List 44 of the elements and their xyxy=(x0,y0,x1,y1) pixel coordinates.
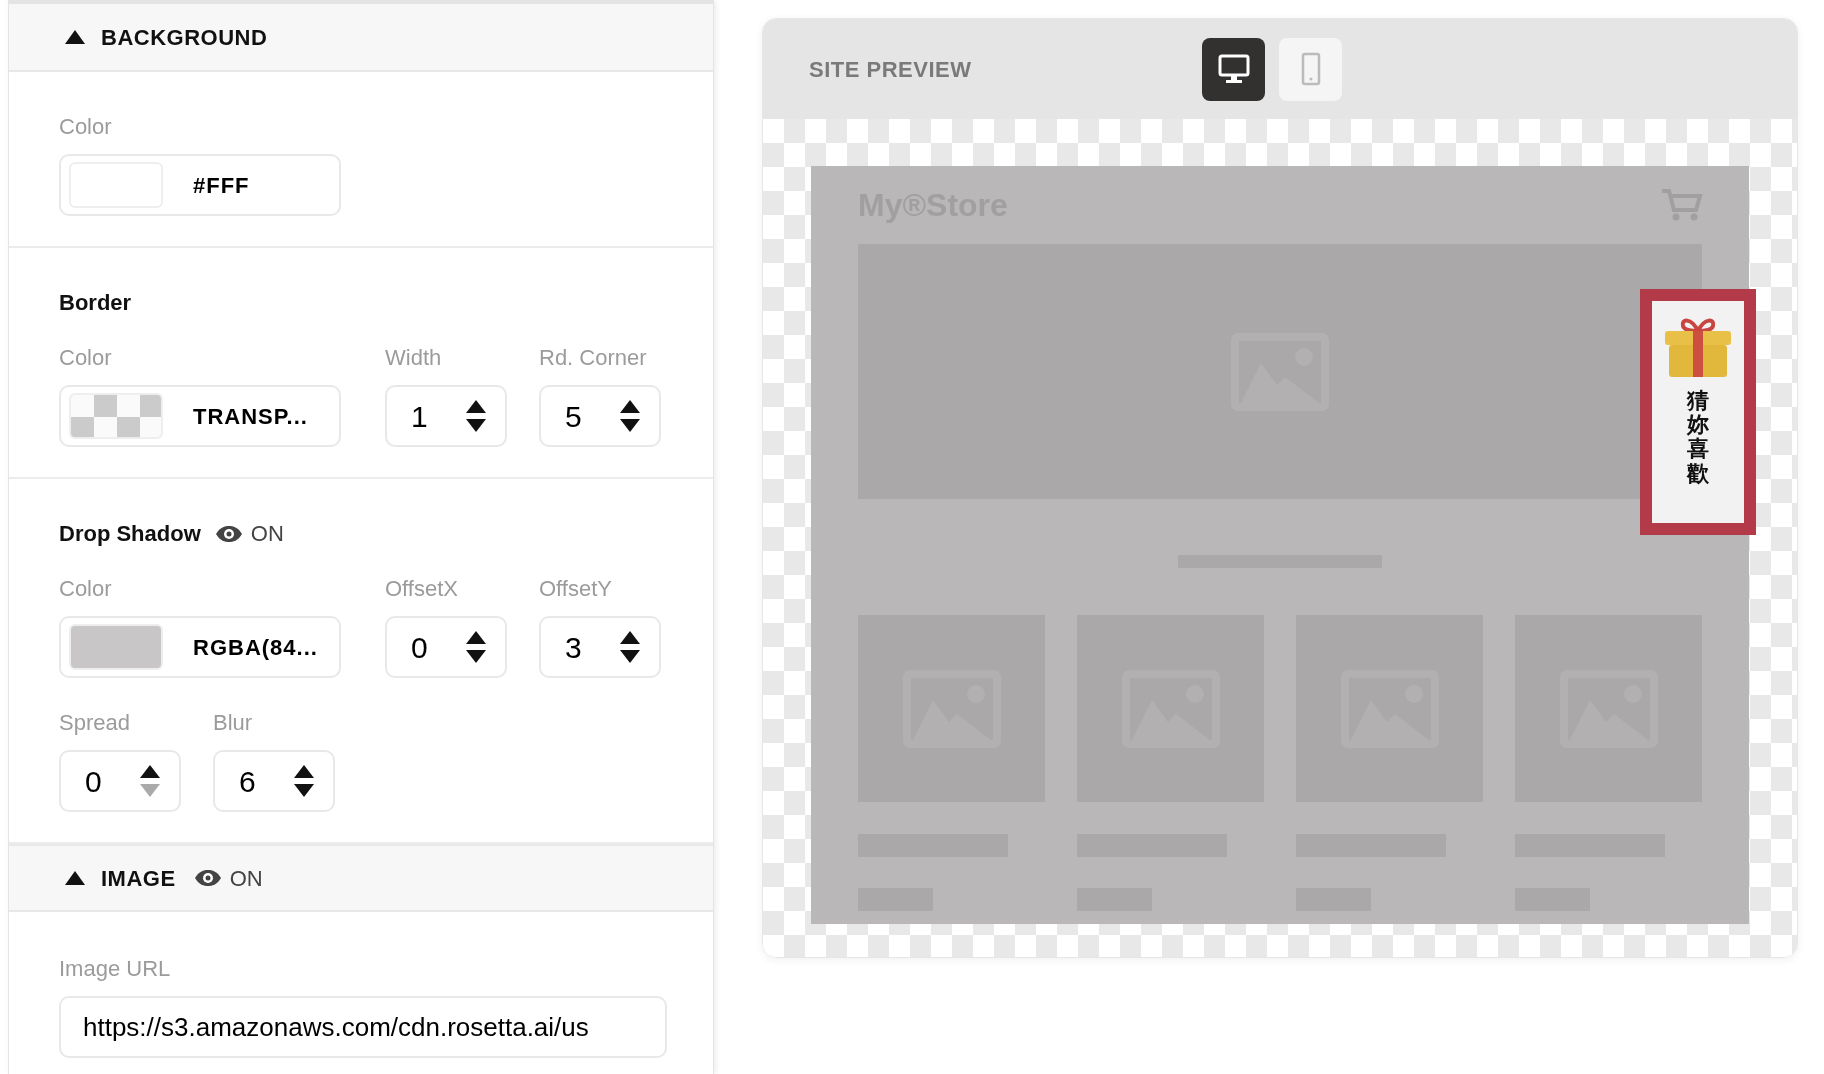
field-label: Color xyxy=(59,575,113,603)
transparent-swatch[interactable] xyxy=(69,393,163,439)
url-field[interactable]: https://s3.amazonaws.com/cdn.rosetta.ai/us xyxy=(59,996,667,1058)
field-label: Color xyxy=(59,113,113,141)
field-label: OffsetX xyxy=(385,575,459,603)
preview-title: SITE PREVIEW xyxy=(809,55,973,84)
field-label: Image URL xyxy=(59,955,172,983)
field-label: Rd. Corner xyxy=(539,344,648,372)
eye-icon[interactable] xyxy=(214,524,243,543)
field-label: Color xyxy=(59,344,113,372)
color-swatch[interactable] xyxy=(69,624,163,670)
section-title[interactable]: BACKGROUND xyxy=(101,20,268,54)
widget-label: 猜妳喜歡 xyxy=(1687,389,1709,486)
number-field[interactable]: 3 xyxy=(539,616,661,678)
stepper-icon[interactable] xyxy=(465,399,487,433)
cart-icon xyxy=(1660,188,1704,222)
stepper-icon[interactable] xyxy=(465,630,487,664)
number-field[interactable]: 5 xyxy=(539,385,661,447)
color-field[interactable]: TRANSP... xyxy=(59,385,341,447)
group-title: Drop Shadow xyxy=(59,520,201,548)
collapse-icon[interactable] xyxy=(65,871,85,885)
stepper-icon[interactable] xyxy=(619,630,641,664)
phone-icon xyxy=(1300,52,1321,86)
number-field[interactable]: 0 xyxy=(59,750,181,812)
field-label: Width xyxy=(385,344,443,372)
color-field[interactable]: RGBA(84... xyxy=(59,616,341,678)
section-title[interactable]: IMAGE xyxy=(101,861,176,895)
color-field[interactable]: #FFF xyxy=(59,154,341,216)
number-field[interactable]: 1 xyxy=(385,385,507,447)
device-tab[interactable] xyxy=(1202,37,1265,101)
stepper-icon[interactable] xyxy=(293,764,315,798)
monitor-icon xyxy=(1217,54,1250,84)
group-title: Border xyxy=(59,289,132,317)
stepper-icon[interactable] xyxy=(619,399,641,433)
visibility-status[interactable]: ON xyxy=(250,517,284,550)
field-label: OffsetY xyxy=(539,575,613,603)
eye-icon[interactable] xyxy=(193,869,222,887)
field-label: Spread xyxy=(59,709,131,737)
field-label: Blur xyxy=(213,709,254,737)
collapse-icon[interactable] xyxy=(65,30,85,44)
number-field[interactable]: 6 xyxy=(213,750,335,812)
number-field[interactable]: 0 xyxy=(385,616,507,678)
visibility-status[interactable]: ON xyxy=(229,861,263,895)
recommendation-widget[interactable]: 猜妳喜歡 xyxy=(1640,289,1756,535)
